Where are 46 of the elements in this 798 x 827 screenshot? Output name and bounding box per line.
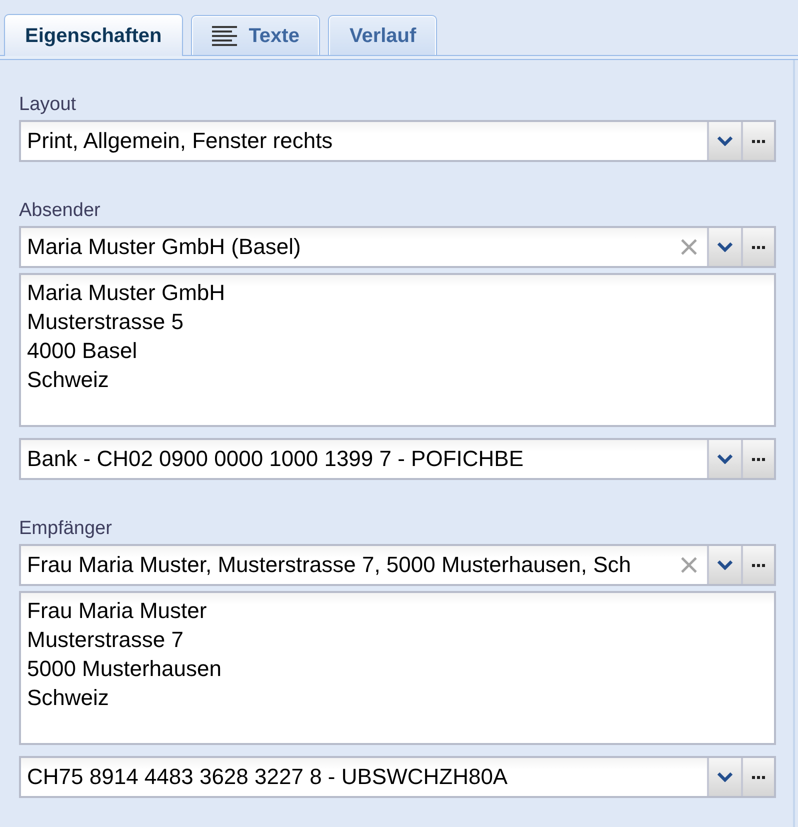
dropdown-button[interactable] [707, 228, 741, 266]
dropdown-button[interactable] [707, 546, 741, 584]
dropdown-button[interactable] [707, 758, 741, 796]
address-line: Musterstrasse 7 [27, 626, 184, 654]
input-field[interactable]: Bank - CH02 0900 0000 1000 1399 7 - POFICHBE [21, 440, 707, 478]
address-line: Musterstrasse 5 [27, 308, 184, 336]
dropdown-button[interactable] [707, 122, 741, 160]
chevron-down-icon [717, 560, 733, 570]
address-field[interactable]: Maria Muster GmbH Musterstrasse 5 4000 Basel Schweiz [19, 273, 776, 427]
section-label: Empfänger [19, 517, 113, 541]
input-field[interactable]: Print, Allgemein, Fenster rechts [21, 122, 707, 160]
ellipsis-icon [752, 564, 765, 566]
chevron-down-icon [717, 242, 733, 252]
more-button[interactable] [741, 122, 774, 160]
chevron-down-icon [717, 136, 733, 146]
dropdown-button[interactable] [707, 440, 741, 478]
address-line: Frau Maria Muster [27, 597, 207, 625]
address-line: Maria Muster GmbH [27, 279, 226, 307]
more-button[interactable] [741, 228, 774, 266]
input-field[interactable]: CH75 8914 4483 3628 3227 8 - UBSWCHZH80A [21, 758, 707, 796]
address-line: 5000 Musterhausen [27, 655, 222, 683]
ellipsis-icon [752, 246, 765, 248]
more-button[interactable] [741, 758, 774, 796]
combo-box[interactable]: Maria Muster GmbH (Basel) [19, 226, 776, 268]
address-line: 4000 Basel [27, 337, 138, 365]
ellipsis-icon [752, 776, 765, 778]
ellipsis-icon [752, 458, 765, 460]
tab[interactable]: Texte [190, 15, 320, 55]
more-button[interactable] [741, 440, 774, 478]
chevron-down-icon [717, 772, 733, 782]
section-label: Absender [19, 199, 102, 223]
combo-box[interactable]: CH75 8914 4483 3628 3227 8 - UBSWCHZH80A [19, 756, 776, 798]
ellipsis-icon [752, 140, 765, 142]
tab[interactable]: Verlauf [328, 15, 438, 55]
input-field[interactable]: Maria Muster GmbH (Basel) [21, 228, 681, 266]
combo-box[interactable]: Frau Maria Muster, Musterstrasse 7, 5000 Musterhausen, Sch [19, 544, 776, 586]
more-button[interactable] [741, 546, 774, 584]
tab[interactable]: Eigenschaften [4, 14, 183, 56]
combo-box[interactable]: Bank - CH02 0900 0000 1000 1399 7 - POFICHBE [19, 438, 776, 480]
text-lines-icon [212, 26, 237, 46]
address-field[interactable]: Frau Maria Muster Musterstrasse 7 5000 Musterhausen Schweiz [19, 591, 776, 745]
address-line: Schweiz [27, 366, 109, 394]
address-line: Schweiz [27, 684, 109, 712]
combo-box[interactable]: Print, Allgemein, Fenster rechts [19, 120, 776, 162]
section-label: Layout [19, 93, 78, 117]
chevron-down-icon [717, 454, 733, 464]
